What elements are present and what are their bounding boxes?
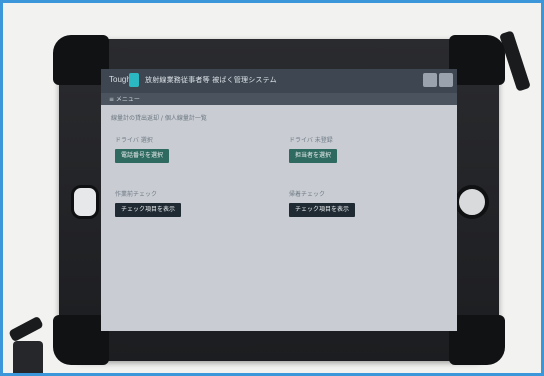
side-clip [71,185,99,219]
section-label: 作業前チェック [115,191,158,198]
section-driver-select: ドライバ 選択 電話番号を選択 [115,135,265,195]
photo-frame: Tough 放射線業務従事者等 被ばく管理システム ≡ メニュー 線量計の貸出返… [0,0,544,376]
tablet-case: Tough 放射線業務従事者等 被ばく管理システム ≡ メニュー 線量計の貸出返… [53,35,505,365]
case-strap [13,341,43,373]
section-return-check: 帰着チェック チェック項目を表示 [289,189,439,249]
menu-toggle[interactable]: ≡ メニュー [109,94,140,103]
home-button[interactable] [455,185,489,219]
select-phone-button[interactable]: 電話番号を選択 [115,149,170,163]
section-label: ドライバ 選択 [115,137,153,144]
breadcrumb: 線量計の貸出返却 / 個人線量計一覧 [111,115,207,122]
app-logo-text: Tough [109,75,131,84]
select-person-button[interactable]: 担当者を選択 [289,149,338,163]
header-action-button[interactable] [439,73,453,87]
corner-bumper [449,35,505,85]
section-label: ドライバ 未登録 [289,137,333,144]
section-label: 帰着チェック [289,191,326,198]
tablet-screen: Tough 放射線業務従事者等 被ばく管理システム ≡ メニュー 線量計の貸出返… [101,69,457,331]
app-header: Tough 放射線業務従事者等 被ばく管理システム [101,69,457,93]
show-checklist-button[interactable]: チェック項目を表示 [115,203,182,217]
menu-bar: ≡ メニュー [101,93,457,105]
case-strap [8,315,44,343]
section-driver-unregistered: ドライバ 未登録 担当者を選択 [289,135,439,195]
header-action-button[interactable] [423,73,437,87]
corner-bumper [449,315,505,365]
show-checklist-button[interactable]: チェック項目を表示 [289,203,356,217]
app-title: 放射線業務従事者等 被ばく管理システム [145,76,277,84]
section-pre-check: 作業前チェック チェック項目を表示 [115,189,265,249]
app-logo-icon [129,73,139,87]
